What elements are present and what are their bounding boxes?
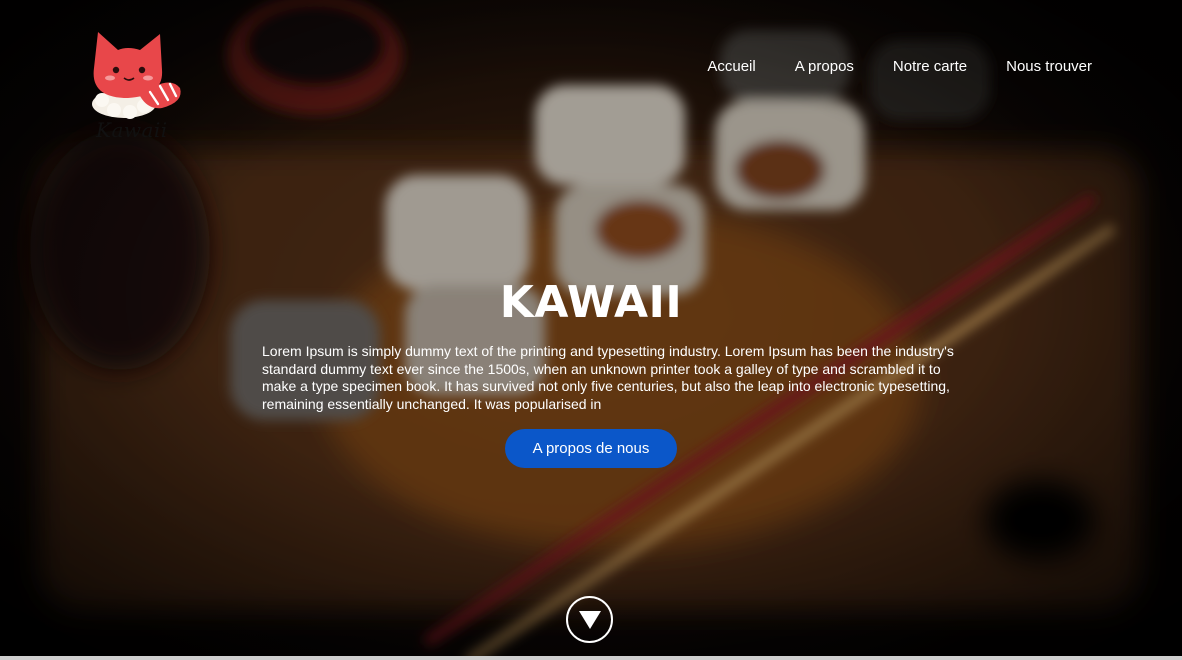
nav-item-notre-carte[interactable]: Notre carte bbox=[893, 58, 967, 75]
bottom-edge bbox=[0, 656, 1182, 660]
nav-item-a-propos[interactable]: A propos bbox=[795, 58, 854, 75]
hero-section: Kawaii Accueil A propos Notre carte Nous… bbox=[0, 0, 1182, 660]
hero-description: Lorem Ipsum is simply dummy text of the … bbox=[262, 343, 954, 412]
logo-wordmark: Kawaii bbox=[96, 118, 168, 142]
cat-sushi-logo-icon bbox=[92, 32, 181, 119]
main-nav: Accueil A propos Notre carte Nous trouve… bbox=[707, 58, 1092, 75]
scroll-down-button[interactable] bbox=[566, 596, 613, 643]
about-us-button[interactable]: A propos de nous bbox=[505, 429, 677, 468]
hero-title: KAWAII bbox=[499, 277, 683, 329]
nav-item-accueil[interactable]: Accueil bbox=[707, 58, 755, 75]
nav-item-nous-trouver[interactable]: Nous trouver bbox=[1006, 58, 1092, 75]
kawaii-logo[interactable]: Kawaii bbox=[84, 26, 194, 144]
triangle-down-icon bbox=[578, 610, 601, 629]
